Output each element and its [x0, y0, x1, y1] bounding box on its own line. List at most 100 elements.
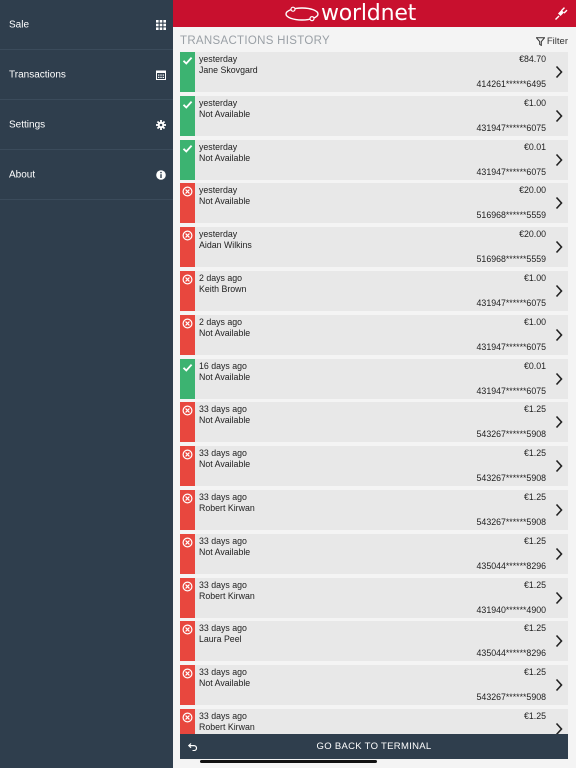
- masked-card-number: 431947******6075: [476, 341, 546, 352]
- sidebar: Sale Transactions Settings About: [0, 0, 173, 768]
- transaction-amount: €1.00: [523, 316, 546, 327]
- transactions-page: TRANSACTIONS HISTORY Filter yesterday Jan…: [173, 27, 576, 768]
- status-indicator: [180, 577, 195, 618]
- transaction-row[interactable]: 33 days ago Not Available €1.25 435044*****…: [180, 533, 568, 574]
- check-icon: [182, 144, 193, 153]
- error-circle-icon: [182, 493, 193, 504]
- worldnet-logo: worldnet: [285, 0, 416, 27]
- transaction-amount: €1.25: [523, 710, 546, 721]
- filter-button[interactable]: Filter: [535, 36, 568, 47]
- transaction-amount: €84.70: [519, 54, 546, 64]
- transaction-row[interactable]: yesterday Not Available €20.00 516968******…: [180, 183, 568, 224]
- error-circle-icon: [182, 186, 193, 197]
- transaction-amount: €1.25: [523, 404, 546, 415]
- plug-icon[interactable]: [554, 6, 568, 20]
- chevron-right-icon: [555, 284, 563, 298]
- error-circle-icon: [182, 274, 193, 285]
- transaction-date: yesterday: [199, 185, 238, 196]
- transaction-date: 2 days ago: [199, 272, 243, 283]
- status-indicator: [180, 446, 195, 487]
- status-indicator: [180, 402, 195, 443]
- transaction-date: 33 days ago: [199, 448, 247, 459]
- status-indicator: [180, 533, 195, 574]
- cardholder-name: Not Available: [199, 459, 251, 470]
- transaction-date: yesterday: [199, 141, 238, 152]
- transaction-row[interactable]: 33 days ago Not Available €1.25 543267*****…: [180, 446, 568, 487]
- transaction-date: yesterday: [199, 229, 238, 240]
- cardholder-name: Aidan Wilkins: [199, 240, 252, 251]
- logo-swoosh-icon: [285, 6, 319, 21]
- calendar-icon: [156, 70, 166, 80]
- transaction-list: yesterday Jane Skovgard €84.70 414261******…: [180, 52, 568, 753]
- transaction-row[interactable]: yesterday Not Available €0.01 431947******6…: [180, 139, 568, 180]
- chevron-right-icon: [555, 109, 563, 122]
- transaction-amount: €1.25: [523, 579, 546, 590]
- status-indicator: [180, 270, 195, 311]
- sidebar-item-label: Transactions: [9, 69, 66, 80]
- transaction-row[interactable]: 33 days ago Not Available €1.25 543267*****…: [180, 402, 568, 443]
- error-circle-icon: [182, 405, 193, 416]
- transaction-amount: €1.25: [523, 448, 546, 459]
- transaction-date: yesterday: [199, 54, 238, 64]
- chevron-right-icon: [555, 679, 563, 692]
- transaction-row[interactable]: 33 days ago Not Available €1.25 543267*****…: [180, 665, 568, 706]
- grid-icon: [156, 19, 166, 30]
- status-indicator: [180, 665, 195, 706]
- masked-card-number: 435044******8296: [476, 560, 546, 571]
- chevron-right-icon: [555, 416, 563, 429]
- cardholder-name: Not Available: [199, 415, 251, 426]
- sidebar-item-transactions[interactable]: Transactions: [0, 50, 173, 100]
- sidebar-item-about[interactable]: About: [0, 150, 173, 200]
- transaction-row[interactable]: 33 days ago Robert Kirwan €1.25 431940*****…: [180, 577, 568, 618]
- cardholder-name: Robert Kirwan: [199, 590, 255, 601]
- transaction-row[interactable]: 33 days ago Laura Peel €1.25 435044******82…: [180, 621, 568, 662]
- transaction-date: 33 days ago: [199, 710, 247, 721]
- transaction-date: 33 days ago: [199, 491, 247, 502]
- chevron-right-icon: [555, 591, 563, 604]
- transaction-date: 33 days ago: [199, 404, 247, 415]
- go-back-to-terminal-button[interactable]: GO BACK TO TERMINAL: [180, 734, 568, 759]
- masked-card-number: 543267******5908: [476, 429, 546, 440]
- cardholder-name: Not Available: [199, 371, 251, 382]
- sidebar-item-sale[interactable]: Sale: [0, 0, 173, 50]
- status-indicator: [180, 139, 195, 180]
- transaction-date: 33 days ago: [199, 623, 247, 634]
- error-circle-icon: [182, 668, 193, 679]
- transaction-amount: €20.00: [519, 185, 546, 196]
- chevron-right-icon: [555, 153, 563, 166]
- logo-text: worldnet: [321, 1, 417, 26]
- transaction-row[interactable]: yesterday Jane Skovgard €84.70 414261******…: [180, 52, 568, 92]
- home-indicator[interactable]: [200, 760, 377, 763]
- transaction-date: yesterday: [199, 97, 238, 108]
- transaction-date: 33 days ago: [199, 535, 247, 546]
- cardholder-name: Not Available: [199, 678, 251, 689]
- masked-card-number: 431947******6075: [476, 122, 546, 133]
- masked-card-number: 543267******5908: [476, 473, 546, 484]
- masked-card-number: 543267******5908: [476, 516, 546, 527]
- chevron-right-icon: [555, 372, 563, 385]
- sidebar-item-label: About: [9, 169, 36, 180]
- transaction-row[interactable]: yesterday Not Available €1.00 431947******6…: [180, 95, 568, 136]
- chevron-right-icon: [555, 241, 563, 254]
- transaction-row[interactable]: 33 days ago Robert Kirwan €1.25 543267*****…: [180, 489, 568, 530]
- transaction-amount: €0.01: [523, 141, 546, 152]
- transaction-row[interactable]: 16 days ago Not Available €0.01 431947*****…: [180, 358, 568, 399]
- chevron-right-icon: [555, 547, 563, 560]
- cardholder-name: Jane Skovgard: [199, 65, 258, 75]
- chevron-right-icon: [555, 65, 563, 79]
- status-indicator: [180, 227, 195, 268]
- status-indicator: [180, 52, 195, 92]
- check-icon: [182, 100, 193, 109]
- cardholder-name: Not Available: [199, 108, 251, 119]
- cardholder-name: Laura Peel: [199, 634, 242, 645]
- sidebar-item-settings[interactable]: Settings: [0, 100, 173, 150]
- masked-card-number: 516968******5559: [476, 210, 546, 221]
- sidebar-item-label: Settings: [9, 119, 46, 130]
- transaction-row[interactable]: yesterday Aidan Wilkins €20.00 516968******…: [180, 227, 568, 268]
- transaction-row[interactable]: 2 days ago Not Available €1.00 431947******…: [180, 314, 568, 355]
- transaction-row[interactable]: 2 days ago Keith Brown €1.00 431947******60…: [180, 270, 568, 311]
- masked-card-number: 435044******8296: [476, 648, 546, 659]
- error-circle-icon: [182, 230, 193, 241]
- masked-card-number: 431947******6075: [476, 166, 546, 177]
- transaction-amount: €1.00: [523, 272, 546, 283]
